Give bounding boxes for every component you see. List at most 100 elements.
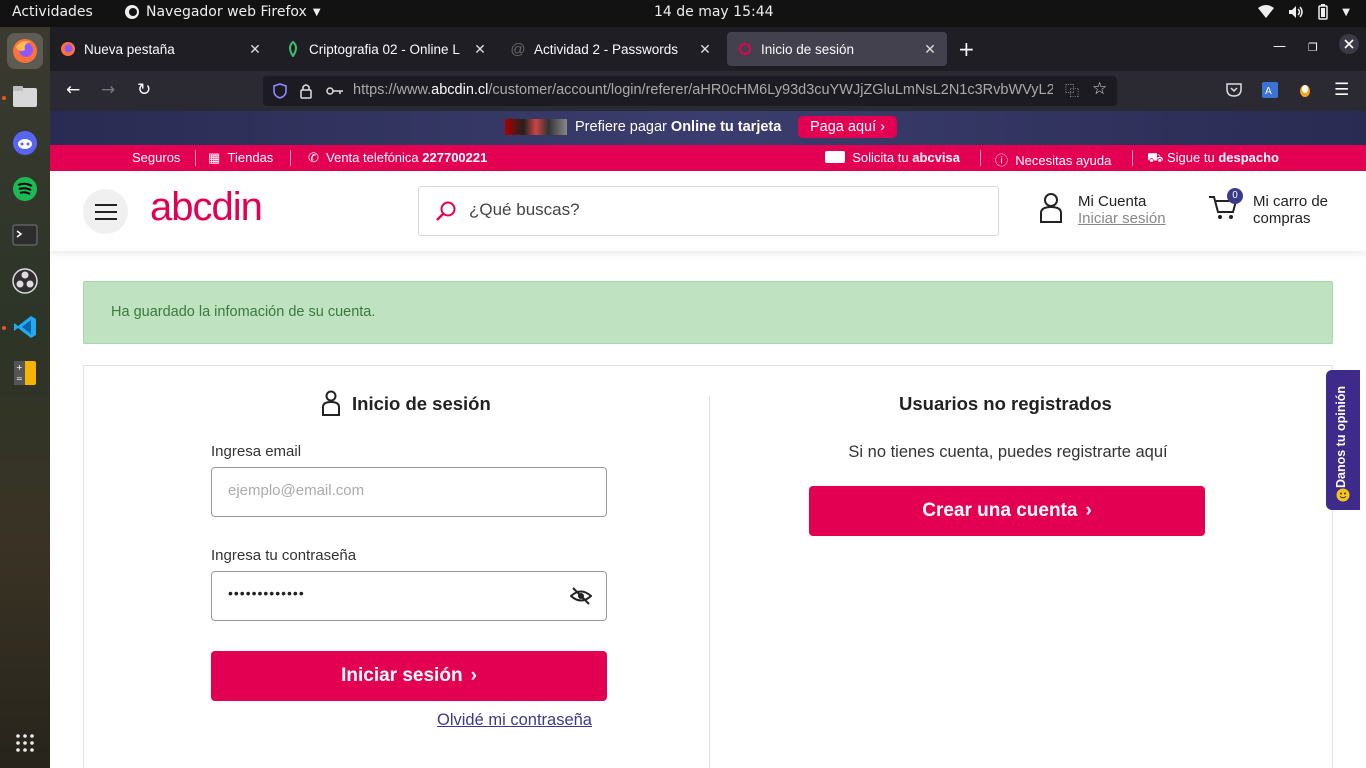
password-field[interactable]: ••••••••••••• [211,571,607,621]
forgot-password-link[interactable]: Olvidé mi contraseña [437,711,592,730]
menu-icon [94,203,117,220]
tab-criptografia[interactable]: Criptografia 02 - Online L ✕ [275,32,497,66]
url-bar[interactable]: https://www.abcdin.cl/customer/account/l… [263,76,1117,106]
promo-banner: Prefiere pagar Online tu tarjeta Paga aq… [50,111,1366,145]
clock[interactable]: 14 de may 15:44 [654,4,774,20]
firefox-window: Nueva pestaña ✕ Criptografia 02 - Online… [50,27,1366,768]
search-box[interactable] [418,186,999,236]
chevron-right-icon: › [1085,500,1092,521]
email-input[interactable] [228,482,558,499]
despacho-link[interactable]: ⛟ Sigue tu despacho [1147,150,1279,168]
login-title: Inicio de sesión [352,393,491,414]
eye-slash-icon[interactable] [570,587,592,605]
bookmark-star-icon[interactable]: ☆ [1092,79,1107,99]
solicita-abcvisa-link[interactable]: Solicita tu abcvisa [825,150,960,165]
smile-icon [1336,488,1350,502]
chevron-right-icon: › [880,119,885,135]
tab-title: Actividad 2 - Passwords [534,41,679,57]
system-tray[interactable]: ▼ [1258,4,1350,20]
running-indicator [2,96,6,100]
feedback-label: Danos tu opinión [1334,385,1348,488]
url-text: https://www.abcdin.cl/customer/account/l… [353,82,1053,98]
login-link[interactable]: Iniciar sesión [1078,210,1166,227]
solicita-bold: abcvisa [912,150,960,165]
app-menu[interactable]: Navegador web Firefox ▼ [124,4,321,20]
dock: + = [0,27,50,768]
user-icon [322,390,340,416]
terminal-icon[interactable] [7,217,43,253]
truck-icon: ⛟ [1147,150,1164,165]
apps-grid-icon[interactable] [7,725,43,761]
chevron-down-icon: ▼ [1342,6,1350,18]
translate-extension-icon[interactable]: A [1262,82,1278,98]
top-nav-bar: Seguros ▦ Tiendas ✆ Venta telefónica 227… [50,145,1366,171]
hamburger-menu-button[interactable] [83,189,128,234]
search-icon [436,201,456,221]
abcdin-logo[interactable]: abcdin [150,185,263,230]
tab-title: Nueva pestaña [84,41,175,57]
firefox-app-icon [125,5,139,19]
discord-icon[interactable] [7,125,43,161]
pay-here-label: Paga aquí [810,119,877,135]
firefox-icon[interactable] [7,33,43,69]
app-menu-label: Navegador web Firefox [146,4,307,20]
lock-icon[interactable] [300,83,312,99]
cart-button[interactable]: 0 Mi carro de compras [1208,188,1328,227]
cart-label: Mi carro de compras [1253,193,1329,227]
tab-inicio-de-sesion[interactable]: Inicio de sesión ✕ [727,32,947,66]
close-icon[interactable]: ✕ [471,41,489,58]
help-icon: ⓘ [995,153,1009,168]
url-prefix: https://www. [353,82,432,98]
reload-icon[interactable]: ↻ [137,80,151,100]
files-icon[interactable] [7,79,43,115]
close-icon[interactable]: ✕ [696,41,714,58]
svg-text:A: A [1265,86,1272,97]
close-icon[interactable]: ✕ [921,41,939,58]
tab-bar: Nueva pestaña ✕ Criptografia 02 - Online… [50,27,1366,71]
ayuda-link[interactable]: ⓘ Necesitas ayuda [995,150,1111,169]
extension-icon[interactable] [1299,82,1311,98]
login-submit-button[interactable]: Iniciar sesión › [211,651,607,701]
create-account-button[interactable]: Crear una cuenta › [809,486,1205,536]
new-tab-button[interactable]: + [958,37,975,61]
solicita-label: Solicita tu [852,150,913,165]
venta-label: Venta telefónica [326,150,423,165]
divider [1132,150,1133,166]
email-field[interactable] [211,467,607,517]
password-input[interactable]: ••••••••••••• [228,585,305,601]
restore-button[interactable]: ❐ [1308,41,1318,54]
pay-here-button[interactable]: Paga aquí › [798,116,897,138]
feedback-tab[interactable]: Danos tu opinión [1326,370,1360,510]
obs-icon[interactable] [7,263,43,299]
key-icon[interactable] [326,85,344,97]
password-label: Ingresa tu contraseña [211,547,357,564]
promo-image [505,119,567,135]
spotify-icon[interactable] [7,171,43,207]
login-submit-label: Iniciar sesión [341,665,463,686]
minimize-button[interactable]: — [1273,39,1286,54]
seguros-link[interactable]: Seguros [132,150,180,165]
account-menu[interactable]: Mi Cuenta Iniciar sesión [1038,191,1166,228]
translate-icon[interactable]: ⿻ [1065,81,1079,101]
url-path: /customer/account/login/referer/aHR0cHM6… [488,82,1053,98]
tiendas-link[interactable]: ▦ Tiendas [208,150,273,166]
close-icon[interactable]: ✕ [246,41,264,58]
ayuda-label: Necesitas ayuda [1015,153,1112,168]
calculator-icon[interactable]: + = [7,355,43,391]
close-window-button[interactable] [1338,33,1360,59]
activities-button[interactable]: Actividades [12,4,93,20]
forward-icon[interactable]: → [101,80,115,100]
vscode-icon[interactable] [7,309,43,345]
menu-icon[interactable]: ☰ [1334,80,1349,100]
tab-title: Inicio de sesión [761,41,855,57]
shield-icon[interactable] [273,83,287,99]
at-icon: @ [510,40,526,58]
search-input[interactable] [469,200,969,220]
venta-telefonica-link[interactable]: ✆ Venta telefónica 227700221 [308,150,487,166]
pocket-icon[interactable] [1226,83,1242,97]
tab-actividad-2[interactable]: @ Actividad 2 - Passwords ✕ [500,32,722,66]
tab-nueva-pestana[interactable]: Nueva pestaña ✕ [50,32,272,66]
svg-text:+: + [16,363,23,372]
login-panel: Inicio de sesión Ingresa email Ingresa t… [83,365,1333,768]
back-icon[interactable]: ← [66,80,80,100]
